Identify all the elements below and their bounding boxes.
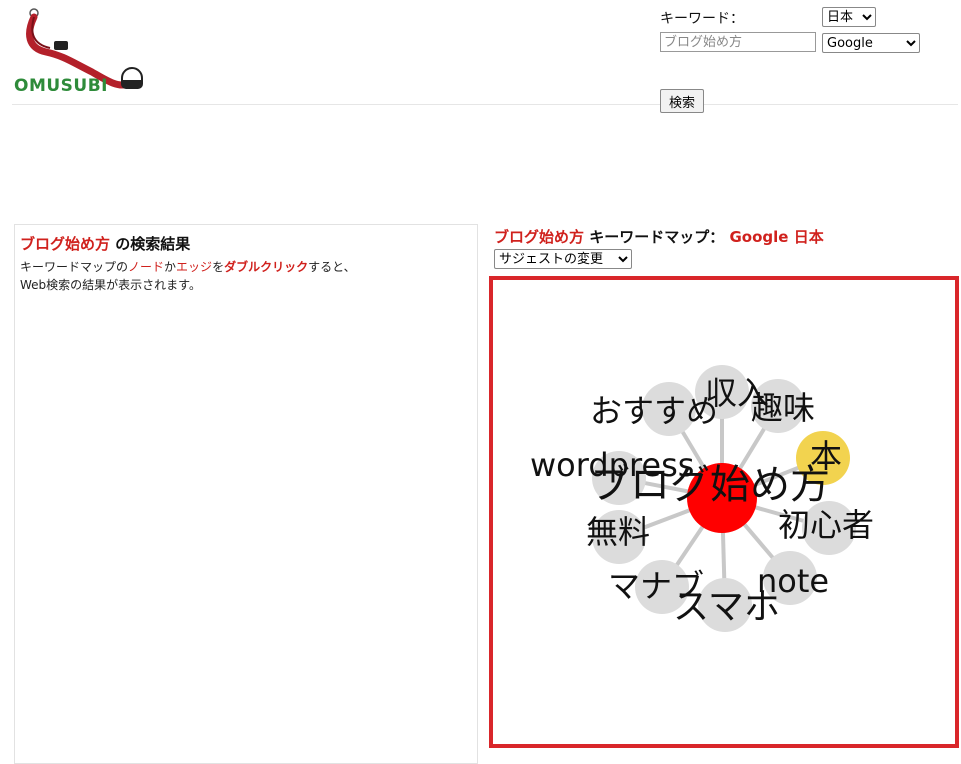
country-select[interactable]: 日本 xyxy=(822,7,876,27)
search-button[interactable]: 検索 xyxy=(660,89,704,113)
instr-text-1: キーワードマップの xyxy=(20,260,129,274)
keyword-label: キーワード： xyxy=(660,11,744,27)
suggest-change-select[interactable]: サジェストの変更 xyxy=(494,249,632,269)
map-country: 日本 xyxy=(793,228,824,246)
instr-node: ノード xyxy=(128,260,165,274)
map-node-label-6[interactable]: マナブ xyxy=(608,567,704,605)
map-node-label-9[interactable]: おすすめ xyxy=(590,392,718,430)
keyword-map-graph[interactable]: 収入趣味本初心者noteスマホマナブ無料wordpressおすすめブログ始め方 xyxy=(493,280,955,744)
results-keyword: ブログ始め方 xyxy=(20,235,111,253)
instr-text-2: か xyxy=(164,260,177,274)
instr-text-4: すると、 xyxy=(308,260,356,274)
instr-edge: エッジ xyxy=(176,260,213,274)
results-title-suffix: の検索結果 xyxy=(110,235,191,253)
instr-dblclick: ダブルクリック xyxy=(224,260,309,274)
search-engine-select[interactable]: Google xyxy=(822,33,920,53)
search-results-panel: ブログ始め方 の検索結果 キーワードマップのノードかエッジをダブルクリックすると… xyxy=(14,224,478,764)
results-instructions: キーワードマップのノードかエッジをダブルクリックすると、 Web検索の結果が表示… xyxy=(20,258,356,294)
results-title: ブログ始め方 の検索結果 xyxy=(20,233,190,254)
map-center-label[interactable]: ブログ始め方 xyxy=(590,462,830,508)
map-node-label-1[interactable]: 趣味 xyxy=(751,389,815,427)
instr-text-3: を xyxy=(212,260,225,274)
map-label: キーワードマップ： xyxy=(584,228,725,246)
keyword-map-title: ブログ始め方 キーワードマップ： Google 日本 xyxy=(494,226,824,247)
map-engine: Google xyxy=(729,228,789,246)
header-divider xyxy=(12,104,958,105)
map-node-label-3[interactable]: 初心者 xyxy=(778,506,874,544)
logo-text: OMUSUBI xyxy=(14,76,109,96)
map-node-label-7[interactable]: 無料 xyxy=(586,513,650,551)
instr-line2: Web検索の結果が表示されます。 xyxy=(20,278,201,292)
omusubi-logo[interactable]: OMUSUBI xyxy=(10,4,150,98)
keyword-input[interactable] xyxy=(660,32,816,52)
map-keyword: ブログ始め方 xyxy=(494,228,585,246)
keyword-map-canvas[interactable]: 収入 趣味本初心者 note スマホ マナブ 無料 wordpress おすすめ ブログ始め方 xyxy=(489,276,959,748)
